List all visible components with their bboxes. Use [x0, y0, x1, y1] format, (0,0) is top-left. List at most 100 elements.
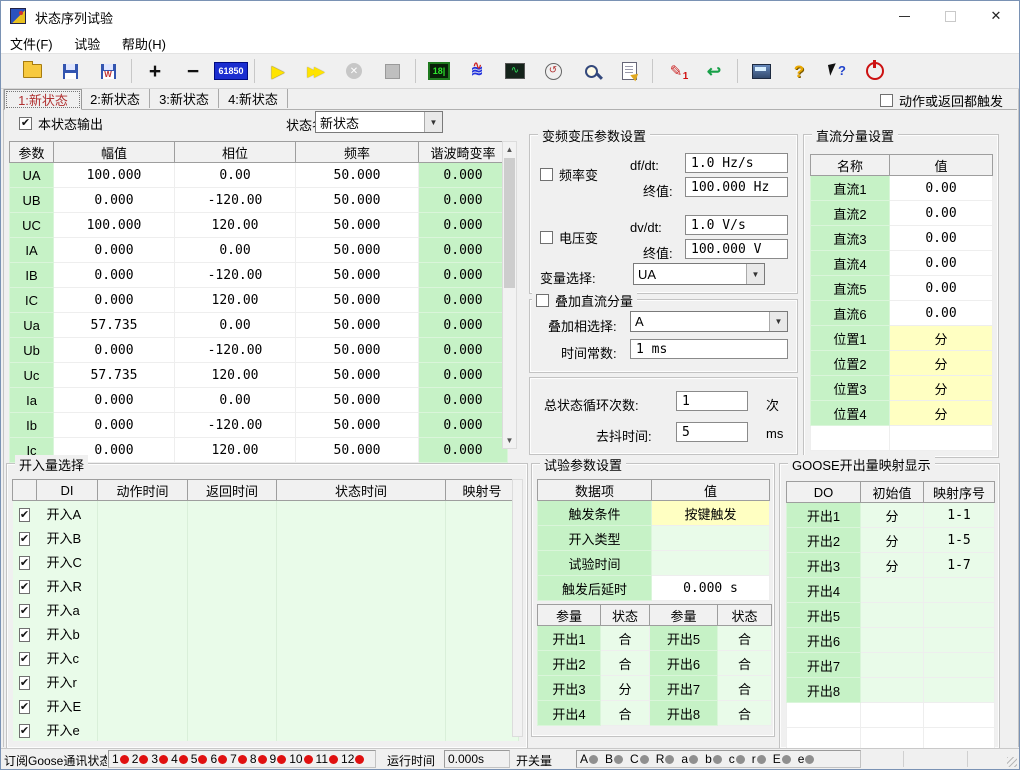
amplitude-cell[interactable]: 0.000	[54, 388, 175, 413]
calculator-button[interactable]	[742, 57, 780, 85]
di-checkbox-cell[interactable]: ✔	[13, 549, 37, 573]
do-state-cell[interactable]: 合	[718, 701, 772, 726]
thd-cell[interactable]: 0.000	[419, 288, 508, 313]
thd-cell[interactable]: 0.000	[419, 238, 508, 263]
chevron-down-icon[interactable]: ▼	[746, 264, 764, 284]
dc-value-cell[interactable]: 0.00	[890, 201, 993, 226]
amplitude-cell[interactable]: 0.000	[54, 263, 175, 288]
waveform-button[interactable]: ∿	[496, 57, 534, 85]
tab-state-1[interactable]: 1:新状态	[4, 89, 82, 110]
thd-cell[interactable]: 0.000	[419, 338, 508, 363]
edit-state-button[interactable]: ✎	[657, 57, 695, 85]
power-button[interactable]	[856, 57, 894, 85]
di-checkbox-cell[interactable]: ✔	[13, 669, 37, 693]
di-checkbox-cell[interactable]: ✔	[13, 501, 37, 526]
cancel-button[interactable]: ✕	[335, 57, 373, 85]
phase-cell[interactable]: -120.00	[175, 338, 296, 363]
do-state-cell[interactable]: 合	[601, 626, 650, 651]
loop-count-input[interactable]: 1	[676, 391, 748, 411]
do-state-cell[interactable]: 合	[601, 651, 650, 676]
dvdt-input[interactable]: 1.0 V/s	[685, 215, 788, 235]
checkbox-icon[interactable]: ✔	[19, 724, 30, 738]
thd-cell[interactable]: 0.000	[419, 388, 508, 413]
output-this-state-checkbox[interactable]: ✔ 本状态输出	[19, 114, 103, 133]
close-button[interactable]: ✕	[973, 1, 1019, 31]
open-file-button[interactable]	[13, 57, 51, 85]
report-button[interactable]	[610, 57, 648, 85]
checkbox-icon[interactable]: ✔	[19, 628, 30, 642]
trigger-on-both-checkbox[interactable]: 动作或返回都触发	[880, 91, 1003, 110]
checkbox-icon[interactable]: ✔	[19, 676, 30, 690]
dc-value-cell[interactable]: 0.00	[890, 251, 993, 276]
tab-state-2[interactable]: 2:新状态	[81, 89, 150, 108]
debounce-input[interactable]: 5	[676, 422, 748, 442]
do-state-cell[interactable]: 合	[718, 651, 772, 676]
chevron-down-icon[interactable]: ▼	[424, 112, 442, 132]
phase-cell[interactable]: 120.00	[175, 363, 296, 388]
thd-cell[interactable]: 0.000	[419, 163, 508, 188]
thd-cell[interactable]: 0.000	[419, 413, 508, 438]
minimize-button[interactable]	[881, 1, 927, 31]
dc-value-cell[interactable]: 分	[890, 401, 993, 426]
frequency-cell[interactable]: 50.000	[296, 238, 419, 263]
frequency-cell[interactable]: 50.000	[296, 413, 419, 438]
state-name-select[interactable]: 新状态 ▼	[315, 111, 443, 133]
di-checkbox-cell[interactable]: ✔	[13, 525, 37, 549]
di-checkbox-cell[interactable]: ✔	[13, 717, 37, 741]
checkbox-icon[interactable]: ✔	[19, 508, 30, 522]
dc-value-cell[interactable]: 0.00	[890, 276, 993, 301]
thd-cell[interactable]: 0.000	[419, 313, 508, 338]
dfdt-input[interactable]: 1.0 Hz/s	[685, 153, 788, 173]
phase-cell[interactable]: -120.00	[175, 413, 296, 438]
save-button[interactable]	[51, 57, 89, 85]
param-table-scrollbar[interactable]: ▲ ▼	[502, 141, 517, 449]
do-state-cell[interactable]: 合	[718, 626, 772, 651]
amplitude-cell[interactable]: 57.735	[54, 363, 175, 388]
test-value-cell[interactable]	[652, 551, 770, 576]
io-map-button[interactable]: 18|	[420, 57, 458, 85]
frequency-cell[interactable]: 50.000	[296, 263, 419, 288]
frequency-cell[interactable]: 50.000	[296, 438, 419, 463]
frequency-cell[interactable]: 50.000	[296, 288, 419, 313]
phase-select[interactable]: A ▼	[630, 311, 788, 332]
checkbox-icon[interactable]: ✔	[19, 604, 30, 618]
save-report-button[interactable]	[89, 57, 127, 85]
add-state-button[interactable]: +	[136, 57, 174, 85]
phase-cell[interactable]: 120.00	[175, 288, 296, 313]
checkbox-icon[interactable]: ✔	[19, 580, 30, 594]
test-value-cell[interactable]: 按键触发	[652, 501, 770, 526]
di-table-scrollbar[interactable]	[512, 479, 523, 737]
frequency-cell[interactable]: 50.000	[296, 188, 419, 213]
frequency-cell[interactable]: 50.000	[296, 363, 419, 388]
frequency-cell[interactable]: 50.000	[296, 388, 419, 413]
frequency-cell[interactable]: 50.000	[296, 338, 419, 363]
phase-cell[interactable]: 120.00	[175, 213, 296, 238]
di-checkbox-cell[interactable]: ✔	[13, 621, 37, 645]
amplitude-cell[interactable]: 57.735	[54, 313, 175, 338]
scroll-down-icon[interactable]: ▼	[503, 433, 516, 448]
phase-cell[interactable]: 0.00	[175, 163, 296, 188]
di-checkbox-cell[interactable]: ✔	[13, 573, 37, 597]
do-state-cell[interactable]: 合	[601, 701, 650, 726]
phase-cell[interactable]: -120.00	[175, 263, 296, 288]
thd-cell[interactable]: 0.000	[419, 213, 508, 238]
amplitude-cell[interactable]: 100.000	[54, 163, 175, 188]
scroll-up-icon[interactable]: ▲	[503, 142, 516, 157]
dc-superimpose-checkbox[interactable]: 叠加直流分量	[532, 291, 637, 310]
thd-cell[interactable]: 0.000	[419, 438, 508, 463]
dc-value-cell[interactable]: 0.00	[890, 176, 993, 201]
dc-value-cell[interactable]: 0.00	[890, 301, 993, 326]
di-checkbox-cell[interactable]: ✔	[13, 645, 37, 669]
di-checkbox-cell[interactable]: ✔	[13, 693, 37, 717]
thd-cell[interactable]: 0.000	[419, 188, 508, 213]
chevron-down-icon[interactable]: ▼	[769, 312, 787, 331]
phase-cell[interactable]: 0.00	[175, 313, 296, 338]
resize-grip[interactable]	[1007, 757, 1017, 767]
menu-test[interactable]: 试验	[65, 31, 109, 56]
zoom-button[interactable]	[572, 57, 610, 85]
checkbox-icon[interactable]: ✔	[19, 700, 30, 714]
amplitude-cell[interactable]: 0.000	[54, 338, 175, 363]
amplitude-cell[interactable]: 0.000	[54, 188, 175, 213]
undo-button[interactable]: ↩	[695, 57, 733, 85]
phase-cell[interactable]: 0.00	[175, 238, 296, 263]
